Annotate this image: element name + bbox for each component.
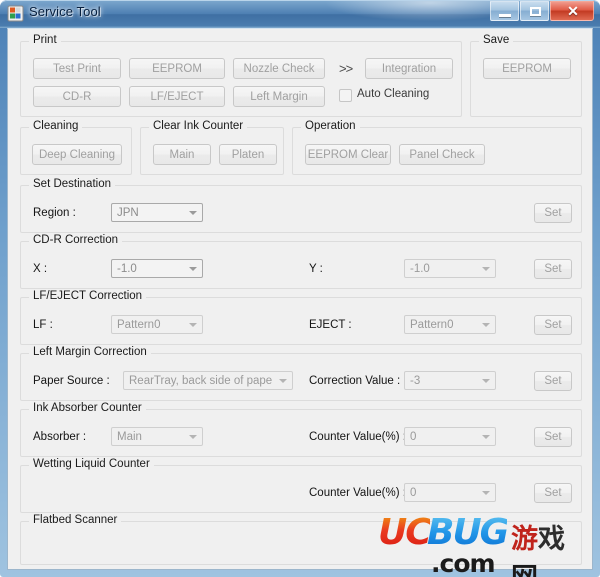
lf-label: LF : [33, 319, 53, 331]
wetting-liquid-counter-group: Wetting Liquid Counter Counter Value(%) … [20, 458, 582, 513]
save-group: Save EEPROM [470, 34, 582, 117]
wetting-counter-value-select[interactable]: 0 [404, 483, 496, 502]
operation-group-label: Operation [301, 120, 360, 132]
cdr-correction-set-button[interactable]: Set [534, 259, 572, 279]
chevron-down-icon [274, 372, 292, 389]
absorber-label: Absorber : [33, 431, 87, 443]
cdr-x-select[interactable]: -1.0 [111, 259, 203, 278]
lf-eject-correction-set-button[interactable]: Set [534, 315, 572, 335]
lf-eject-correction-group-label: LF/EJECT Correction [29, 290, 147, 302]
deep-cleaning-button[interactable]: Deep Cleaning [32, 144, 122, 165]
eject-select-value: Pattern0 [410, 318, 454, 331]
arrow-separator-icon: >> [339, 61, 353, 76]
absorber-select-value: Main [117, 430, 142, 443]
correction-value-select[interactable]: -3 [404, 371, 496, 390]
chevron-down-icon [477, 428, 495, 445]
correction-value-select-value: -3 [410, 374, 421, 387]
ink-absorber-set-button[interactable]: Set [534, 427, 572, 447]
cdr-y-label: Y : [309, 263, 323, 275]
wetting-liquid-counter-group-label: Wetting Liquid Counter [29, 458, 154, 470]
clear-ink-counter-group-label: Clear Ink Counter [149, 120, 248, 132]
left-margin-correction-group: Left Margin Correction Paper Source : Re… [20, 346, 582, 401]
ink-absorber-counter-group-label: Ink Absorber Counter [29, 402, 146, 414]
eeprom-print-button[interactable]: EEPROM [129, 58, 225, 79]
service-tool-window: Service Tool ✕ Print Test Print EEPROM N… [0, 0, 600, 577]
correction-value-label: Correction Value : [309, 375, 401, 387]
cdr-y-select[interactable]: -1.0 [404, 259, 496, 278]
chevron-down-icon [477, 260, 495, 277]
flatbed-scanner-group: Flatbed Scanner [20, 514, 582, 565]
cdr-y-select-value: -1.0 [410, 262, 430, 275]
set-destination-group: Set Destination Region : JPN Set [20, 178, 582, 233]
chevron-down-icon [184, 316, 202, 333]
chevron-down-icon [184, 204, 202, 221]
test-print-button[interactable]: Test Print [33, 58, 121, 79]
auto-cleaning-checkbox[interactable] [339, 89, 352, 102]
dialog-client-area: Print Test Print EEPROM Nozzle Check CD-… [7, 28, 593, 570]
set-destination-set-button[interactable]: Set [534, 203, 572, 223]
chevron-down-icon [477, 316, 495, 333]
auto-cleaning-label: Auto Cleaning [357, 88, 430, 100]
absorber-select[interactable]: Main [111, 427, 203, 446]
chevron-down-icon [477, 484, 495, 501]
eeprom-clear-button[interactable]: EEPROM Clear [305, 144, 391, 165]
maximize-icon [530, 7, 541, 16]
paper-source-select-value: RearTray, back side of paper [129, 374, 272, 387]
close-icon: ✕ [567, 3, 579, 19]
set-destination-group-label: Set Destination [29, 178, 115, 190]
absorber-counter-value-select[interactable]: 0 [404, 427, 496, 446]
cdr-x-label: X : [33, 263, 48, 275]
cdr-correction-group: CD-R Correction X : -1.0 Y : -1.0 Set [20, 234, 582, 289]
save-eeprom-button[interactable]: EEPROM [483, 58, 571, 79]
region-label: Region : [33, 207, 76, 219]
cleaning-group: Cleaning Deep Cleaning [20, 120, 132, 175]
cdr-print-button[interactable]: CD-R [33, 86, 121, 107]
operation-group: Operation EEPROM Clear Panel Check [292, 120, 582, 175]
wetting-counter-value: 0 [410, 486, 417, 499]
absorber-counter-value: 0 [410, 430, 417, 443]
close-button[interactable]: ✕ [550, 1, 594, 21]
print-group-label: Print [29, 34, 61, 46]
integration-button[interactable]: Integration [365, 58, 453, 79]
minimize-button[interactable] [490, 1, 519, 21]
clear-ink-main-button[interactable]: Main [153, 144, 211, 165]
window-title: Service Tool [29, 4, 101, 19]
left-margin-correction-set-button[interactable]: Set [534, 371, 572, 391]
cleaning-group-label: Cleaning [29, 120, 83, 132]
save-group-label: Save [479, 34, 514, 46]
lf-select-value: Pattern0 [117, 318, 161, 331]
cdr-x-select-value: -1.0 [117, 262, 137, 275]
absorber-counter-value-label: Counter Value(%) : [309, 431, 406, 443]
lf-eject-correction-group: LF/EJECT Correction LF : Pattern0 EJECT … [20, 290, 582, 345]
eject-select[interactable]: Pattern0 [404, 315, 496, 334]
region-select[interactable]: JPN [111, 203, 203, 222]
left-margin-print-button[interactable]: Left Margin [233, 86, 325, 107]
app-icon [7, 5, 24, 22]
region-select-value: JPN [117, 206, 139, 219]
lf-eject-print-button[interactable]: LF/EJECT [129, 86, 225, 107]
titlebar[interactable]: Service Tool ✕ [0, 0, 600, 28]
lf-select[interactable]: Pattern0 [111, 315, 203, 334]
ink-absorber-counter-group: Ink Absorber Counter Absorber : Main Cou… [20, 402, 582, 457]
wetting-liquid-set-button[interactable]: Set [534, 483, 572, 503]
chevron-down-icon [477, 372, 495, 389]
nozzle-check-button[interactable]: Nozzle Check [233, 58, 325, 79]
eject-label: EJECT : [309, 319, 352, 331]
chevron-down-icon [184, 428, 202, 445]
minimize-icon [499, 14, 511, 17]
chevron-down-icon [184, 260, 202, 277]
wetting-counter-value-label: Counter Value(%) : [309, 487, 406, 499]
cdr-correction-group-label: CD-R Correction [29, 234, 122, 246]
paper-source-select[interactable]: RearTray, back side of paper [123, 371, 293, 390]
clear-ink-counter-group: Clear Ink Counter Main Platen [140, 120, 284, 175]
print-group: Print Test Print EEPROM Nozzle Check CD-… [20, 34, 462, 117]
panel-check-button[interactable]: Panel Check [399, 144, 485, 165]
paper-source-label: Paper Source : [33, 375, 110, 387]
clear-ink-platen-button[interactable]: Platen [219, 144, 277, 165]
flatbed-scanner-group-label: Flatbed Scanner [29, 514, 122, 526]
maximize-button[interactable] [520, 1, 549, 21]
left-margin-correction-group-label: Left Margin Correction [29, 346, 151, 358]
